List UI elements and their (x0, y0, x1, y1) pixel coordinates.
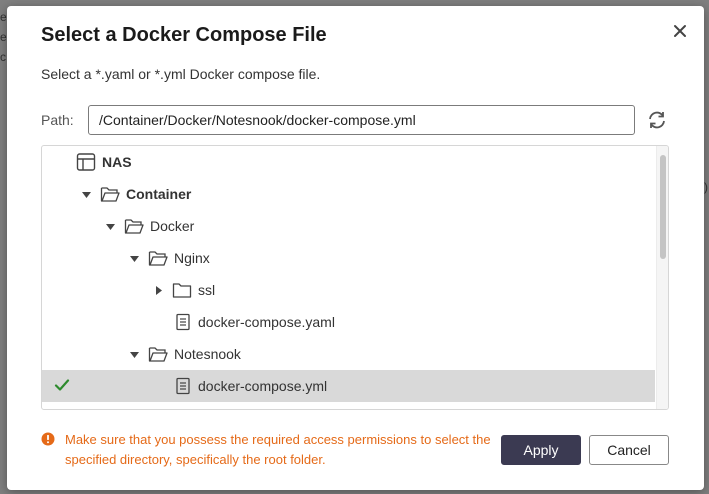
tree-row-ssl[interactable]: ssl (42, 274, 655, 306)
caret-down-icon (130, 256, 139, 262)
tree-row-compose-yaml[interactable]: docker-compose.yaml (42, 306, 655, 338)
close-button[interactable] (669, 20, 691, 42)
tree-row-label: docker-compose.yaml (198, 314, 335, 330)
close-icon (674, 25, 686, 37)
tree-row-label: Nginx (174, 250, 210, 266)
tree-row-compose-yml[interactable]: docker-compose.yml (42, 370, 655, 402)
tree-row-label: Notesnook (174, 346, 241, 362)
background-text: ) (704, 180, 708, 194)
tree-row-label: Container (126, 186, 192, 202)
refresh-icon (649, 111, 665, 129)
folder-open-icon (148, 251, 168, 266)
permission-warning: Make sure that you possess the required … (65, 432, 491, 467)
path-label: Path: (41, 112, 74, 128)
refresh-button[interactable] (645, 108, 669, 132)
background-text: e (0, 30, 7, 44)
file-icon (176, 313, 190, 331)
cancel-button[interactable]: Cancel (589, 435, 669, 465)
apply-button[interactable]: Apply (501, 435, 581, 465)
folder-open-icon (100, 187, 120, 202)
tree-row-docker[interactable]: Docker (42, 210, 655, 242)
tree-row-nas[interactable]: NAS (42, 146, 655, 178)
nas-icon (76, 153, 96, 171)
caret-right-icon (156, 286, 162, 295)
caret-down-icon (130, 352, 139, 358)
dialog-subtitle: Select a *.yaml or *.yml Docker compose … (41, 66, 321, 82)
file-icon (176, 377, 190, 395)
folder-open-icon (148, 347, 168, 362)
folder-icon (172, 283, 192, 298)
dialog-title: Select a Docker Compose File (41, 24, 327, 46)
path-input[interactable] (88, 105, 635, 135)
folder-tree: NAS Container Docker Nginx ssl docker-co… (41, 145, 669, 410)
tree-row-nginx[interactable]: Nginx (42, 242, 655, 274)
folder-open-icon (124, 219, 144, 234)
scrollbar-thumb[interactable] (660, 155, 666, 259)
tree-scrollbar[interactable] (656, 146, 668, 409)
caret-down-icon (106, 224, 115, 230)
background-text: c (0, 50, 6, 64)
tree-row-label: Docker (150, 218, 195, 234)
tree-row-label: docker-compose.yml (198, 378, 328, 394)
background-text: e (0, 10, 7, 24)
tree-row-notesnook[interactable]: Notesnook (42, 338, 655, 370)
warning-icon (41, 432, 55, 446)
tree-row-label: NAS (102, 154, 132, 170)
select-compose-dialog: Select a Docker Compose File Select a *.… (7, 6, 704, 490)
tree-row-container[interactable]: Container (42, 178, 655, 210)
checkmark-icon (54, 379, 70, 391)
tree-row-label: ssl (198, 282, 216, 298)
caret-down-icon (82, 192, 91, 198)
